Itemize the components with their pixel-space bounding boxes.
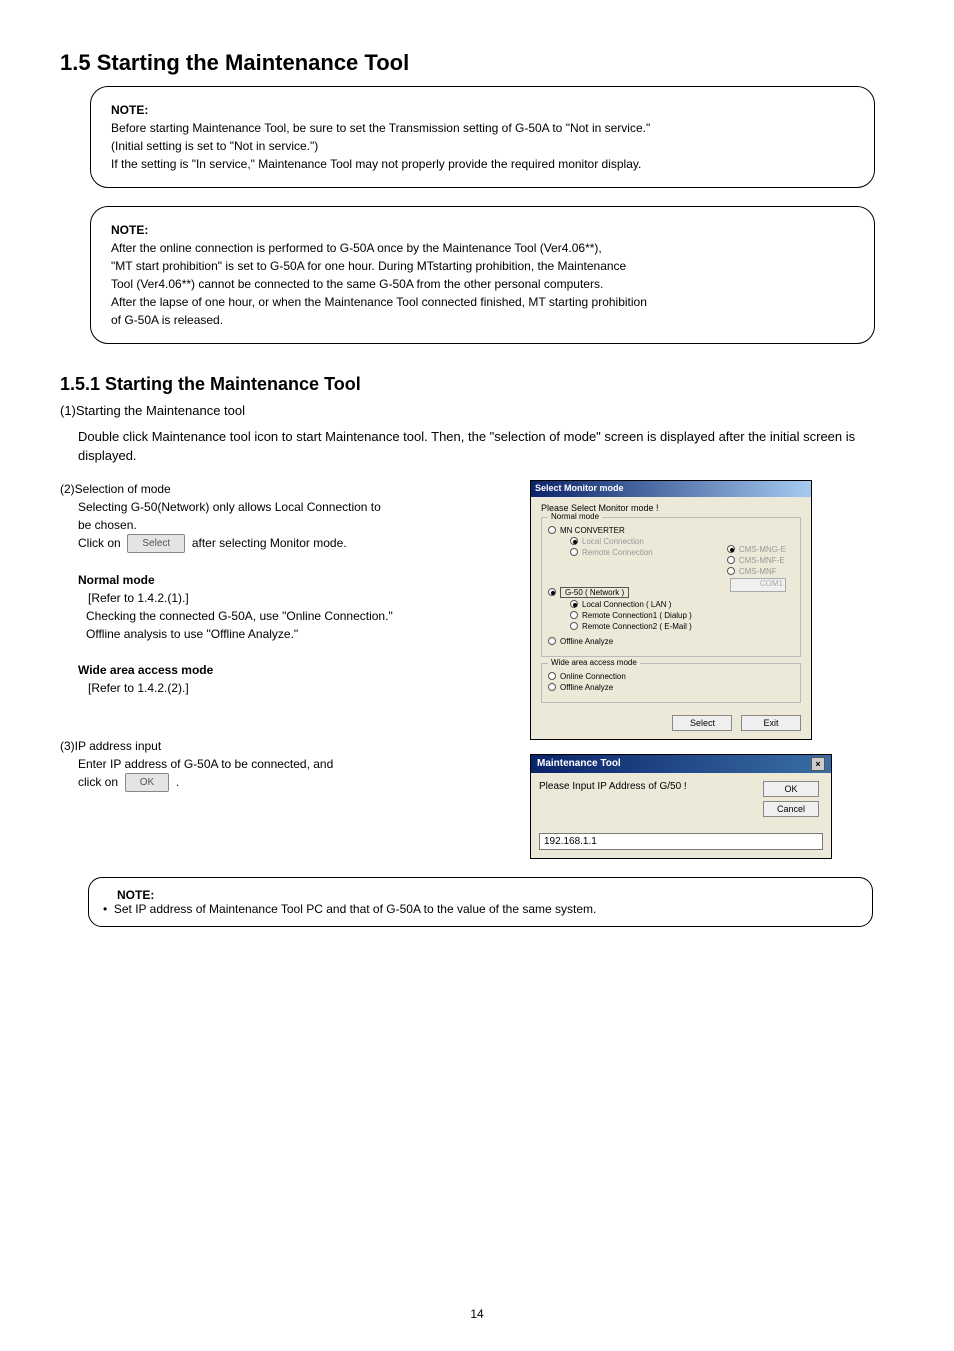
dialog1-select-button[interactable]: Select [672, 715, 732, 731]
fs-wide-label: Wide area access mode [548, 658, 640, 667]
dialog2-ok-button[interactable]: OK [763, 781, 819, 797]
offline-analyze-label: Offline Analyze [560, 637, 613, 646]
radio-offline-analyze[interactable] [548, 637, 556, 645]
remote-conn-gray: Remote Connection [582, 548, 653, 557]
g50-remote1-label: Remote Connection1 ( Dialup ) [582, 611, 692, 620]
radio-g50-remote1[interactable] [570, 611, 578, 619]
page-number: 14 [0, 1307, 954, 1321]
fs-normal-label: Normal mode [548, 512, 602, 521]
radio-wide-offline[interactable] [548, 683, 556, 691]
note1-line1: (Initial setting is set to "Not in servi… [111, 137, 854, 155]
radio-cms-mnf [727, 567, 735, 575]
radio-mn-converter[interactable] [548, 526, 556, 534]
step3-line1-post: . [173, 775, 180, 789]
bullet-wide-ref: [Refer to 1.4.2.(2).] [88, 679, 510, 697]
note1-line2: If the setting is "In service," Maintena… [111, 155, 854, 173]
dialog2-prompt: Please Input IP Address of G/50 ! [539, 781, 763, 821]
note2-line4: of G-50A is released. [111, 311, 854, 329]
radio-wide-online[interactable] [548, 672, 556, 680]
subsection-heading: 1.5.1 Starting the Maintenance Tool [60, 374, 894, 395]
rhs2: CMS-MNF-E [739, 556, 785, 565]
intro-text: Double click Maintenance tool icon to st… [78, 427, 894, 466]
note-box-1: NOTE: Before starting Maintenance Tool, … [90, 86, 875, 188]
note-title-1: NOTE: [111, 103, 148, 117]
note-box-3: NOTE: • Set IP address of Maintenance To… [88, 877, 873, 927]
radio-cms-mng-e [727, 545, 735, 553]
intro-line: (1)Starting the Maintenance tool [60, 401, 894, 421]
step3-line0: Enter IP address of G-50A to be connecte… [78, 755, 510, 773]
bullet-sub-0: Checking the connected G-50A, use "Onlin… [86, 607, 510, 625]
g50-label: G-50 ( Network ) [560, 587, 629, 598]
step2-line0: Selecting G-50(Network) only allows Loca… [78, 498, 510, 516]
g50-local-label: Local Connection ( LAN ) [582, 600, 671, 609]
select-monitor-mode-dialog: Select Monitor mode Please Select Monito… [530, 480, 812, 740]
g50-remote2-label: Remote Connection2 ( E-Mail ) [582, 622, 692, 631]
step2-line2-post: after selecting Monitor mode. [189, 536, 347, 550]
ok-button-inline[interactable]: OK [125, 773, 169, 792]
bullet-normal-ref: [Refer to 1.4.2.(1).] [88, 589, 510, 607]
step2-line1: be chosen. [78, 516, 510, 534]
ip-address-input[interactable]: 192.168.1.1 [539, 833, 823, 850]
note2-line1: "MT start prohibition" is set to G-50A f… [111, 257, 854, 275]
com-port-combo[interactable]: COM1 [730, 578, 786, 592]
dialog2-cancel-button[interactable]: Cancel [763, 801, 819, 817]
note2-line3: After the lapse of one hour, or when the… [111, 293, 854, 311]
select-button-inline[interactable]: Select [127, 534, 185, 553]
fieldset-normal: Normal mode MN CONVERTER Local Connectio… [541, 517, 801, 657]
wide-offline-label: Offline Analyze [560, 683, 613, 692]
dialog2-title: Maintenance Tool [537, 758, 621, 769]
dialog1-exit-button[interactable]: Exit [741, 715, 801, 731]
fieldset-wide: Wide area access mode Online Connection … [541, 663, 801, 703]
mn-converter-label: MN CONVERTER [560, 526, 625, 535]
dialog1-titlebar: Select Monitor mode [531, 481, 811, 497]
radio-g50-remote2[interactable] [570, 622, 578, 630]
note1-line0: Before starting Maintenance Tool, be sur… [111, 119, 854, 137]
bullet-normal: Normal mode [78, 573, 155, 587]
note-title-2: NOTE: [111, 223, 148, 237]
bullet-wide: Wide area access mode [78, 663, 213, 677]
note2-line0: After the online connection is performed… [111, 239, 854, 257]
section-heading: 1.5 Starting the Maintenance Tool [60, 50, 894, 76]
radio-g50-local[interactable] [570, 600, 578, 608]
ip-address-dialog: Maintenance Tool × Please Input IP Addre… [530, 754, 832, 859]
close-icon[interactable]: × [811, 757, 825, 771]
note2-line2: Tool (Ver4.06**) cannot be connected to … [111, 275, 854, 293]
bullet-sub-1: Offline analysis to use "Offline Analyze… [86, 625, 510, 643]
radio-cms-mnf-e [727, 556, 735, 564]
note-box-2: NOTE: After the online connection is per… [90, 206, 875, 344]
wide-online-label: Online Connection [560, 672, 626, 681]
radio-local-gray [570, 537, 578, 545]
step2-heading: (2)Selection of mode [60, 480, 510, 498]
step3-line1-pre: click on [78, 775, 121, 789]
rhs3: CMS-MNF [739, 567, 777, 576]
rhs1: CMS-MNG-E [739, 545, 786, 554]
step3-heading: (3)IP address input [60, 737, 510, 755]
note3-line: Set IP address of Maintenance Tool PC an… [114, 902, 597, 916]
radio-remote-gray [570, 548, 578, 556]
radio-g50[interactable] [548, 588, 556, 596]
local-conn-gray: Local Connection [582, 537, 644, 546]
note3-title: NOTE: [117, 888, 154, 902]
step2-line2-pre: Click on [78, 536, 124, 550]
